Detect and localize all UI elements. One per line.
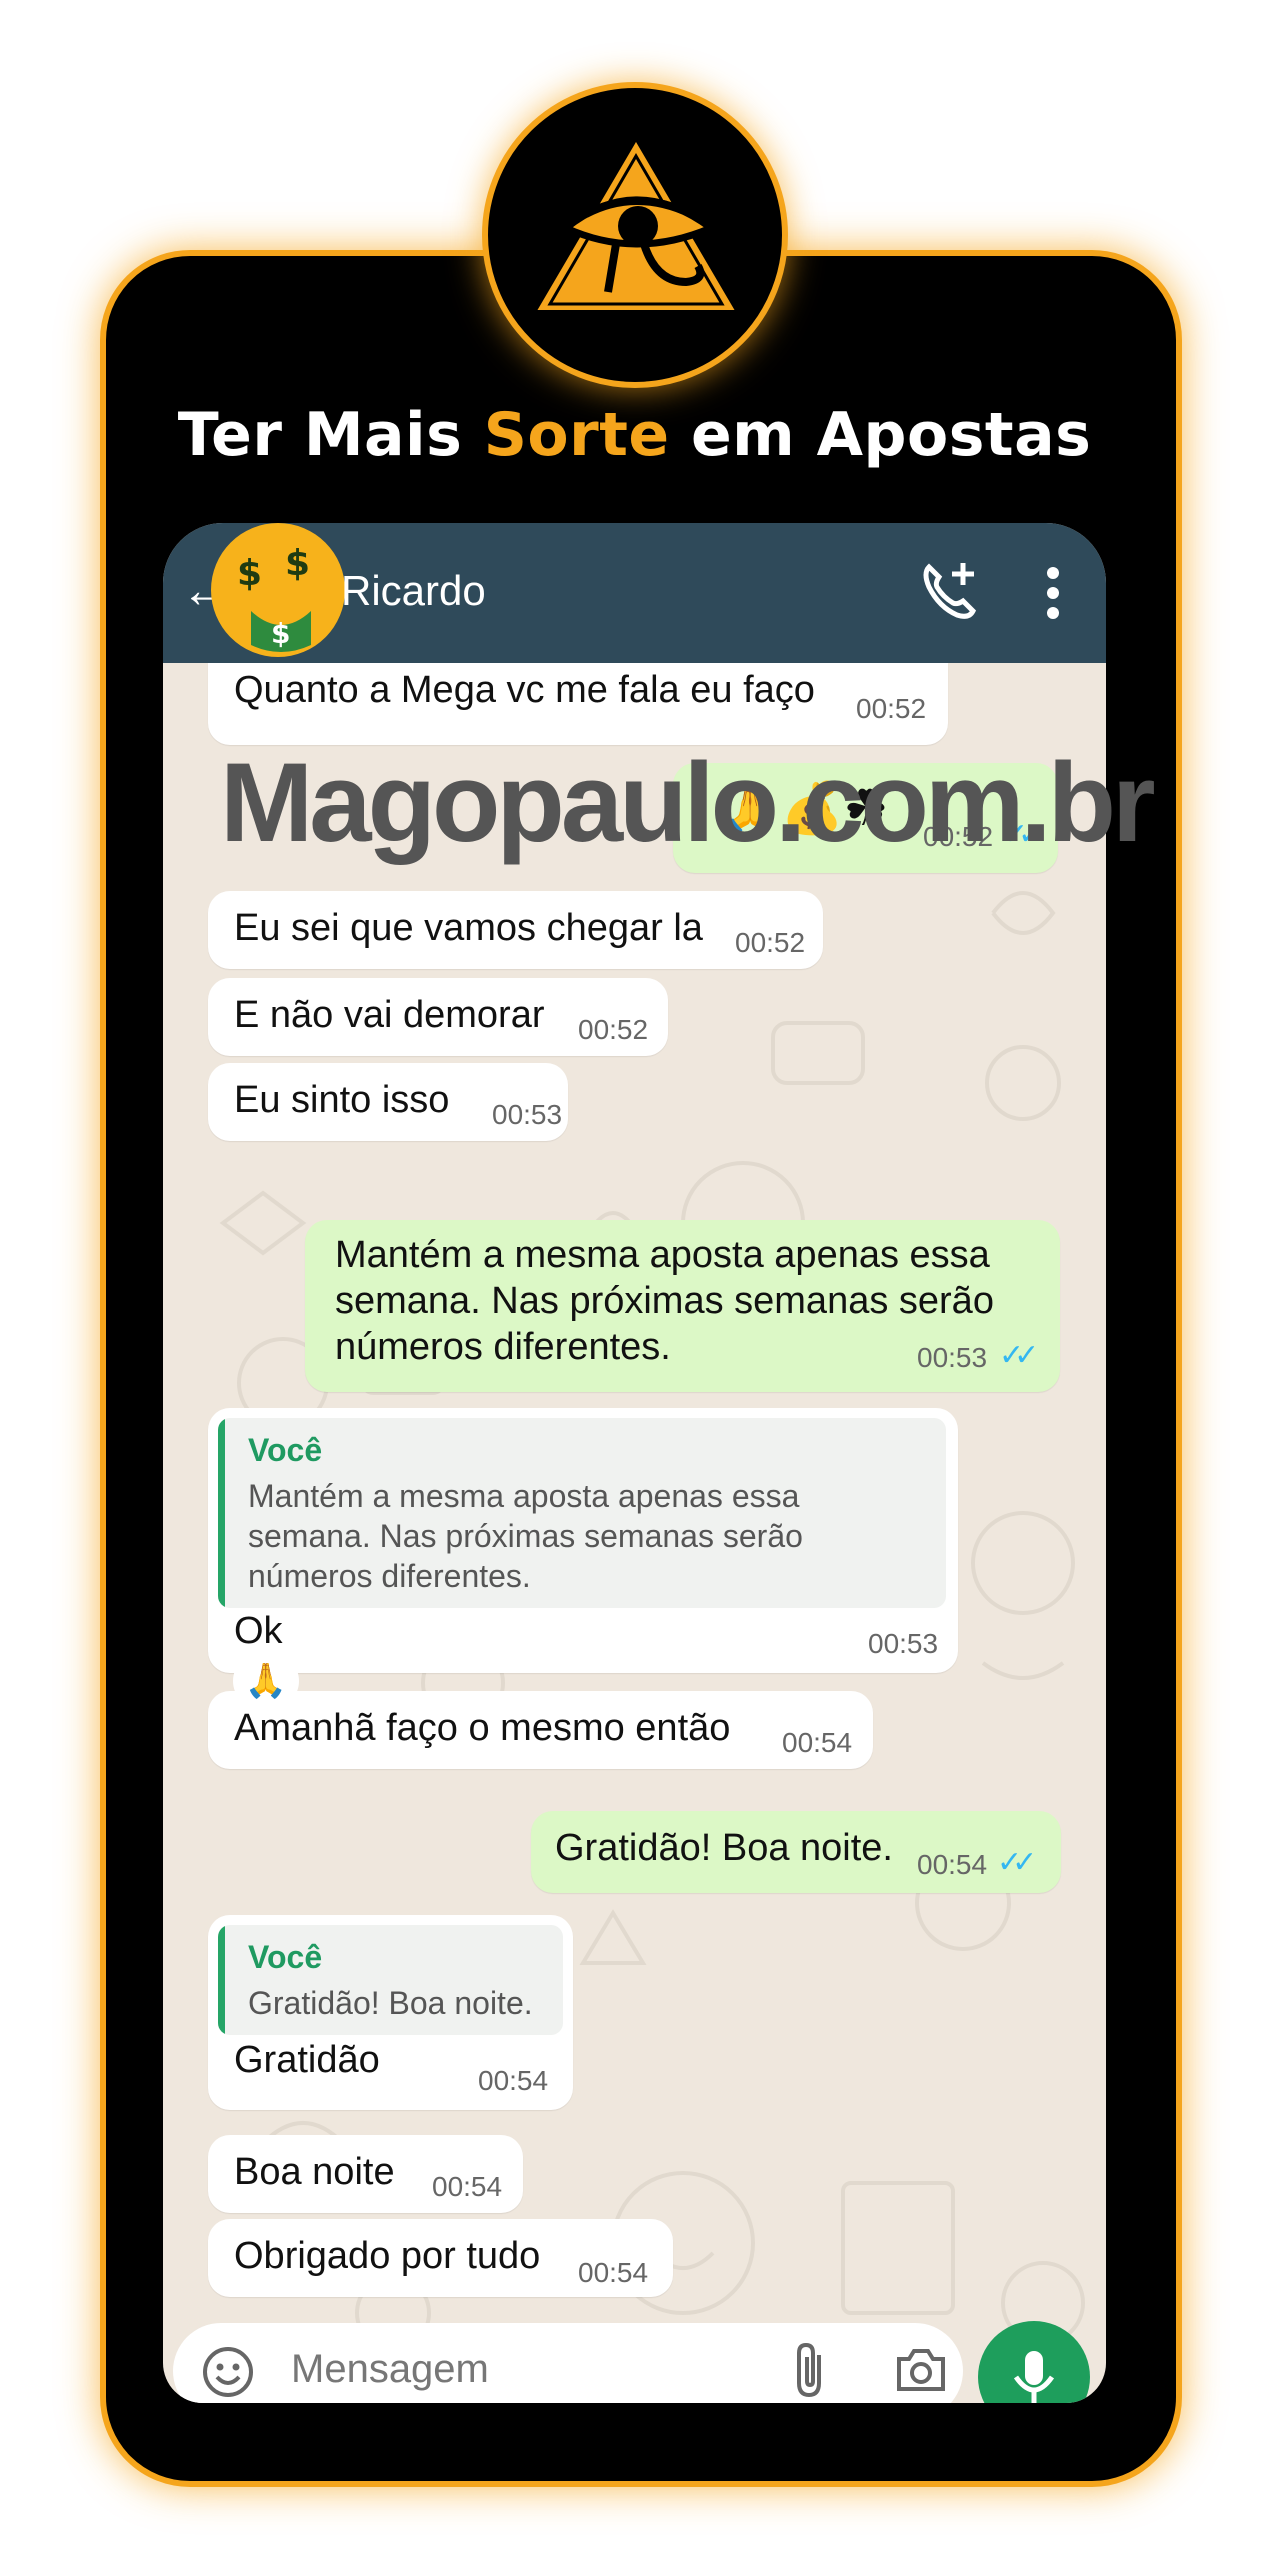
quoted-message[interactable]: Você Gratidão! Boa noite.	[218, 1925, 563, 2035]
message-bubble[interactable]: Mantém a mesma aposta apenas essa semana…	[305, 1220, 1060, 1392]
message-text: Quanto a Mega vc me fala eu faço	[234, 669, 815, 711]
message-time: 00:53	[492, 1099, 563, 1130]
message-bubble[interactable]: Você Gratidão! Boa noite. Gratidão 00:54	[208, 1915, 573, 2110]
emoji-icon[interactable]	[201, 2345, 255, 2403]
message-bubble[interactable]: Amanhã faço o mesmo então 00:54	[208, 1691, 873, 1769]
message-input[interactable]: Mensagem	[291, 2347, 489, 2392]
message-reaction[interactable]: 🙏	[233, 1653, 299, 1709]
message-bubble[interactable]: Obrigado por tudo 00:54	[208, 2219, 673, 2297]
message-time: 00:52	[578, 1014, 649, 1045]
message-text: Eu sei que vamos chegar la	[234, 907, 703, 949]
page-title: Ter Mais Sorte em Apostas	[177, 400, 1092, 470]
message-bubble[interactable]: Gratidão! Boa noite. 00:54 ✓✓	[531, 1811, 1061, 1893]
svg-text:$: $	[285, 543, 310, 584]
message-input-bar[interactable]: Mensagem	[173, 2323, 963, 2403]
camera-icon[interactable]	[893, 2345, 949, 2400]
message-time: 00:53	[917, 1342, 988, 1373]
microphone-button[interactable]	[978, 2321, 1090, 2403]
more-menu-icon[interactable]	[1043, 563, 1063, 628]
message-bubble[interactable]: Eu sei que vamos chegar la 00:52	[208, 891, 823, 969]
read-receipt-icon: ✓✓	[999, 1339, 1039, 1372]
contact-name[interactable]: Ricardo	[341, 567, 486, 615]
message-time: 00:54	[782, 1727, 853, 1758]
message-bubble[interactable]: Boa noite 00:54	[208, 2135, 523, 2213]
message-text-line: Mantém a mesma aposta apenas essa	[335, 1234, 990, 1276]
message-text: Eu sinto isso	[234, 1079, 450, 1121]
quote-text: Mantém a mesma aposta apenas essa semana…	[248, 1478, 803, 1594]
quote-accent-bar	[218, 1925, 225, 2035]
message-bubble[interactable]: Você Mantém a mesma aposta apenas essa s…	[208, 1408, 958, 1673]
svg-text:$: $	[237, 553, 262, 594]
message-time: 00:53	[868, 1628, 939, 1659]
message-text: Obrigado por tudo	[234, 2235, 541, 2277]
message-text: Amanhã faço o mesmo então	[234, 1707, 731, 1749]
message-text: E não vai demorar	[234, 994, 545, 1036]
message-time: 00:52	[856, 693, 927, 724]
read-receipt-icon: ✓✓	[997, 1846, 1037, 1879]
add-call-icon[interactable]	[919, 559, 979, 624]
svg-text:$: $	[271, 617, 290, 650]
message-time: 00:54	[917, 1849, 988, 1880]
watermark: Magopaulo.com.br	[220, 740, 1156, 865]
microphone-icon	[1013, 2351, 1055, 2403]
message-time: 00:54	[432, 2171, 503, 2202]
message-bubble[interactable]: E não vai demorar 00:52	[208, 978, 668, 1056]
message-text-line: semana. Nas próximas semanas serão	[335, 1280, 994, 1322]
quote-text: Gratidão! Boa noite.	[248, 1985, 533, 2021]
message-bubble[interactable]: Eu sinto isso 00:53	[208, 1063, 568, 1141]
message-text: Ok	[234, 1610, 283, 1652]
quoted-message[interactable]: Você Mantém a mesma aposta apenas essa s…	[218, 1418, 946, 1608]
message-text: Gratidão! Boa noite.	[555, 1827, 893, 1869]
quote-author: Você	[248, 1432, 323, 1468]
message-time: 00:54	[578, 2257, 649, 2288]
message-text: Boa noite	[234, 2151, 395, 2193]
quote-accent-bar	[218, 1418, 225, 1608]
message-bubble[interactable]: Quanto a Mega vc me fala eu faço 00:52	[208, 663, 948, 745]
message-time: 00:54	[478, 2065, 549, 2096]
message-text-line: números diferentes.	[335, 1326, 671, 1368]
attach-icon[interactable]	[791, 2341, 831, 2403]
message-text: Gratidão	[234, 2039, 380, 2081]
eye-of-providence-logo	[482, 82, 788, 388]
contact-avatar[interactable]: $ $ $	[211, 523, 345, 657]
chat-header: ← $ $ $ Ricardo	[163, 523, 1106, 663]
quote-author: Você	[248, 1939, 323, 1975]
message-time: 00:52	[735, 927, 806, 958]
